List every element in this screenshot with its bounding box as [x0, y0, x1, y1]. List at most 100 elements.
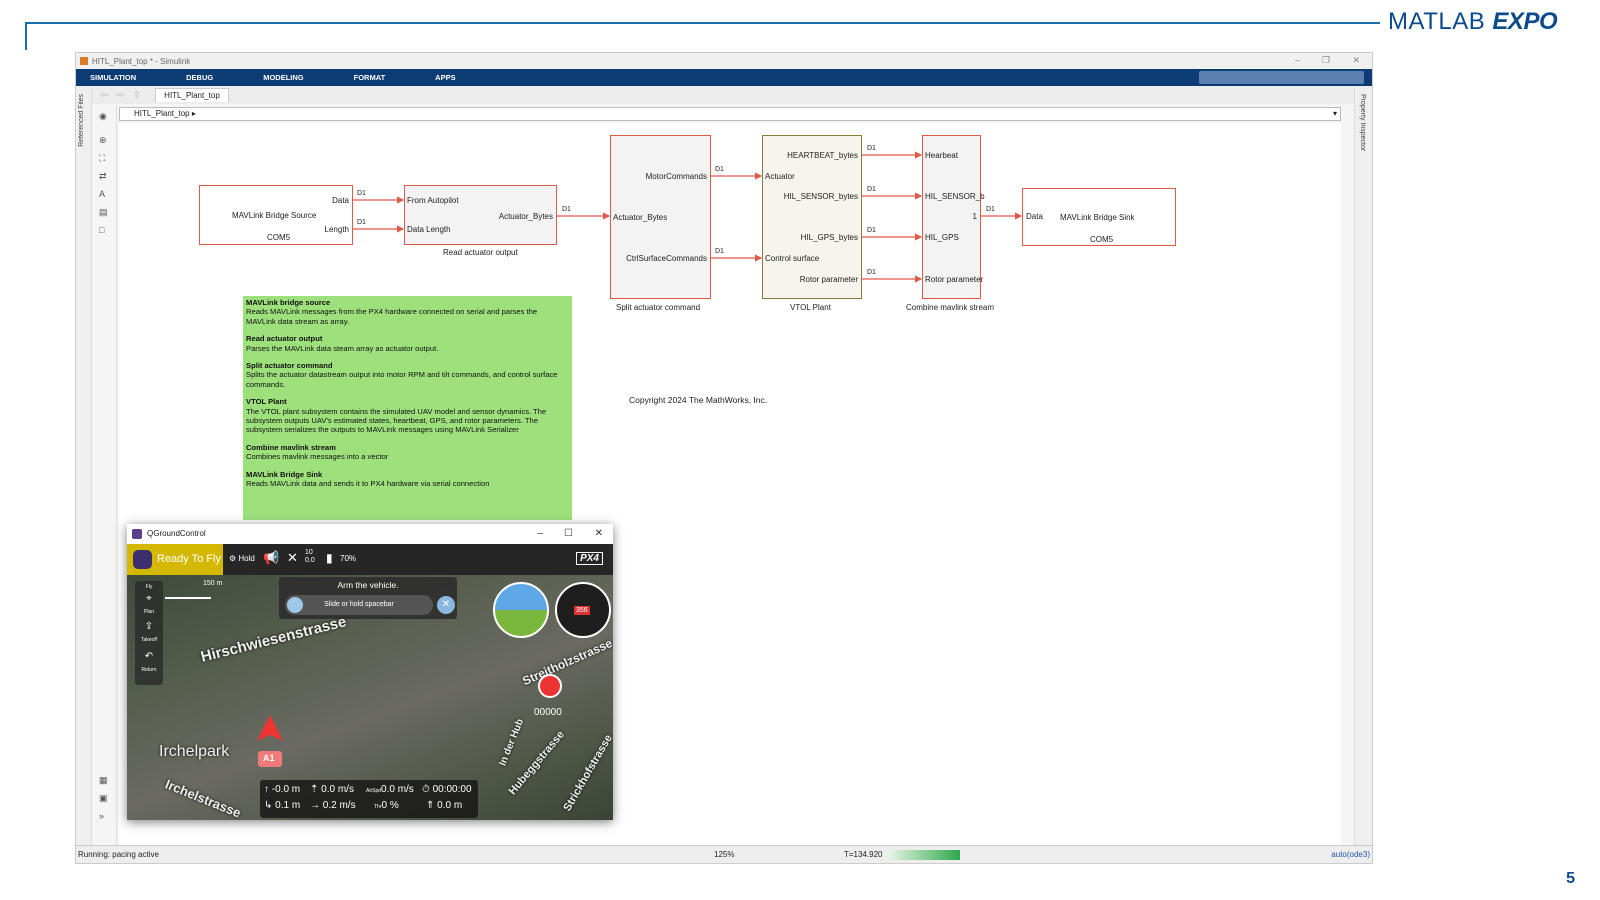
return-icon[interactable]: ↶	[135, 651, 163, 662]
distance-value: 0.1 m	[275, 800, 301, 811]
solver-link[interactable]: auto(ode3)	[1331, 846, 1370, 863]
area-icon[interactable]: □	[99, 225, 104, 235]
compass-indicator: 356	[555, 582, 611, 638]
tab-format[interactable]: FORMAT	[354, 73, 386, 82]
port-heartbeat-bytes: HEARTBEAT_bytes	[787, 151, 858, 160]
mavlink-bridge-source-block[interactable]: MAVLink Bridge Source COM5 Data Length	[199, 185, 353, 245]
arm-slider-label: Slide or hold spacebar	[324, 601, 394, 608]
distance: ↳ 0.1 m	[264, 800, 301, 811]
compass-heading: 356	[574, 606, 590, 615]
battery-icon[interactable]: ▮	[326, 551, 333, 565]
signal-label: D1	[562, 206, 571, 213]
canvas-toolbar: ◉ ⊕ ⛶ ⇄ A ▤ □ ▦ ▣ »	[93, 105, 117, 863]
quick-access-toolbar[interactable]	[1199, 71, 1364, 84]
horizontal-speed-value: 0.2 m/s	[322, 800, 356, 811]
copyright-text: Copyright 2024 The MathWorks, Inc.	[629, 395, 768, 405]
tab-hitl-plant-top[interactable]: HITL_Plant_top	[155, 88, 229, 102]
property-inspector-label: Property Inspector	[1359, 94, 1366, 152]
hide-browser-icon[interactable]: ◉	[99, 111, 107, 122]
combine-mavlink-stream-block[interactable]: Hearbeat HIL_SENSOR_b HIL_GPS Rotor para…	[922, 135, 985, 299]
record-button[interactable]	[538, 674, 562, 698]
image-icon[interactable]: ▤	[99, 207, 108, 218]
minimize-icon[interactable]: –	[1295, 55, 1300, 65]
slide-header-line	[25, 22, 1380, 24]
signal-label: D1	[986, 206, 995, 213]
megaphone-icon[interactable]: 📢	[263, 550, 279, 566]
vehicle-arrow-icon	[257, 715, 283, 767]
px4-brand-logo: PX4	[576, 552, 603, 565]
tool-plan[interactable]: Plan	[135, 609, 163, 615]
vtol-plant-label: VTOL Plant	[790, 303, 831, 312]
note-title: MAVLink bridge source	[246, 298, 331, 307]
qgc-minimize-icon[interactable]: –	[537, 524, 543, 544]
split-actuator-command-block[interactable]: Actuator_Bytes MotorCommands CtrlSurface…	[610, 135, 711, 299]
fit-view-icon[interactable]: ⛶	[99, 153, 105, 164]
expand-icon[interactable]: »	[99, 811, 104, 821]
status-bar: Running: pacing active 125% T=134.920 au…	[76, 845, 1372, 863]
back-arrow-icon[interactable]: ⇦	[100, 90, 108, 101]
note-title: Split actuator command	[246, 361, 333, 371]
signal-arrow-icon[interactable]: ⇄	[99, 171, 107, 182]
vehicle-label: A1	[263, 753, 275, 763]
arm-slider[interactable]: Slide or hold spacebar	[285, 595, 433, 615]
close-icon[interactable]: ✕	[1352, 55, 1360, 66]
qgc-maximize-icon[interactable]: ☐	[564, 524, 573, 544]
note-body: Reads MAVLink messages from the PX4 hard…	[246, 307, 538, 326]
vehicle-marker[interactable]: A1	[255, 715, 285, 780]
model-path: HITL_Plant_top ▸	[134, 109, 196, 118]
simulink-app-icon	[80, 57, 88, 65]
up-arrow-icon[interactable]: ⇧	[133, 90, 141, 101]
port-rotor-parameter-out: Rotor parameter	[799, 275, 858, 284]
attitude-indicator	[493, 582, 549, 638]
address-dropdown-icon[interactable]: ▾	[1333, 108, 1337, 120]
plan-icon[interactable]: ⌖	[135, 593, 163, 604]
vtol-plant-block[interactable]: Actuator Control surface HEARTBEAT_bytes…	[762, 135, 862, 299]
signal-label: D1	[715, 166, 724, 173]
arm-vehicle-dialog: Arm the vehicle. Slide or hold spacebar …	[279, 577, 457, 619]
signal-label: D1	[357, 190, 366, 197]
slider-knob-icon[interactable]	[287, 597, 303, 613]
note-body: Reads MAVLink data and sends it to PX4 h…	[246, 479, 490, 489]
qgc-app-icon	[132, 529, 142, 539]
gps-satellite-icon[interactable]: ✕	[287, 550, 298, 566]
telemetry-panel[interactable]: ↑ -0.0 m ⇡ 0.0 m/s AirSpd0.0 m/s ⏱ 00:00…	[260, 780, 478, 818]
simulation-progress-bar	[888, 850, 960, 860]
block-name: MAVLink Bridge Source	[232, 211, 317, 220]
tab-simulation[interactable]: SIMULATION	[90, 73, 136, 82]
restore-icon[interactable]: ❐	[1322, 55, 1330, 66]
property-icon[interactable]: ▣	[99, 793, 108, 804]
model-browser-icon[interactable]: ▦	[99, 775, 108, 786]
arm-title: Arm the vehicle.	[337, 580, 399, 590]
arm-cancel-button[interactable]: ✕	[437, 596, 455, 614]
description-annotation[interactable]: MAVLink bridge source Reads MAVLink messa…	[243, 296, 572, 520]
model-address-bar[interactable]: HITL_Plant_top ▸ ▾	[119, 107, 1341, 121]
annotation-icon[interactable]: A	[99, 189, 105, 199]
tool-takeoff[interactable]: Takeoff	[135, 637, 163, 643]
qgc-logo-icon[interactable]	[133, 550, 152, 569]
tab-debug[interactable]: DEBUG	[186, 73, 213, 82]
alt-msl-value: 0.0 m	[437, 800, 463, 811]
read-actuator-output-block[interactable]: From Autopilot Data Length Actuator_Byte…	[404, 185, 557, 245]
map-view[interactable]: Hirschwiesenstrasse Irchelpark Irchelstr…	[127, 575, 613, 820]
zoom-icon[interactable]: ⊕	[99, 135, 107, 146]
forward-arrow-icon[interactable]: ⇨	[116, 90, 124, 101]
mavlink-bridge-sink-block[interactable]: Data MAVLink Bridge Sink COM5	[1022, 188, 1176, 246]
referenced-files-panel[interactable]: Referenced Files	[76, 88, 92, 863]
note-title: VTOL Plant	[246, 397, 287, 407]
port-length: Length	[324, 225, 349, 234]
property-inspector-panel[interactable]: Property Inspector	[1354, 88, 1372, 863]
tool-return[interactable]: Return	[135, 667, 163, 673]
street-label: Streitholzstrasse	[520, 635, 613, 689]
throttle-value: 0 %	[381, 800, 399, 811]
qgc-close-icon[interactable]: ✕	[595, 524, 603, 544]
tab-modeling[interactable]: MODELING	[263, 73, 303, 82]
qgc-toolbar: Ready To Fly ⚙ Hold 📢 ✕ 10 0.0 ▮ 70% PX4	[127, 544, 613, 575]
qgc-window-title: QGroundControl	[147, 529, 206, 538]
tab-apps[interactable]: APPS	[435, 73, 455, 82]
takeoff-icon[interactable]: ⇪	[135, 621, 163, 632]
ready-to-fly-status[interactable]: Ready To Fly	[127, 544, 223, 575]
zoom-level[interactable]: 125%	[714, 846, 734, 863]
flight-mode[interactable]: ⚙ Hold	[229, 554, 255, 563]
tool-fly[interactable]: Fly	[135, 584, 163, 590]
map-scale-text: 150 m	[203, 580, 223, 587]
